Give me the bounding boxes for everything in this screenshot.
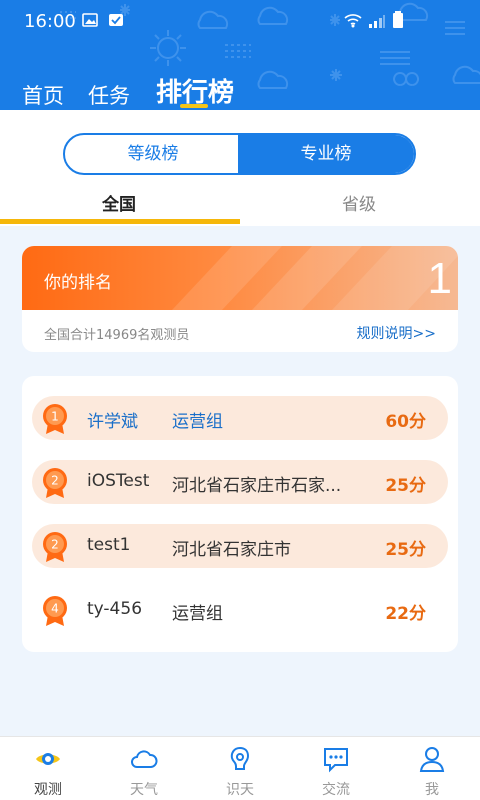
rank-medal-icon: 4 — [43, 596, 67, 626]
segment-level-board[interactable]: 等级榜 — [65, 135, 241, 173]
bottom-nav-me[interactable]: 我 — [384, 737, 480, 800]
eye-icon — [36, 753, 60, 765]
observer-group: 运营组 — [172, 604, 223, 624]
wifi-icon — [344, 14, 362, 28]
ranking-row[interactable]: 1 许学斌 运营组 60分 — [32, 396, 448, 440]
rank-number: 1 — [51, 410, 59, 424]
bottom-nav-observe[interactable]: 观测 — [0, 737, 96, 800]
rank-medal-icon: 1 — [43, 404, 67, 434]
my-rank-value: 1 — [427, 254, 452, 303]
observer-group: 运营组 — [172, 412, 223, 432]
check-box-icon — [109, 14, 123, 26]
cloud-icon — [131, 750, 158, 768]
observer-group: 河北省石家庄市 — [172, 540, 291, 560]
observer-name: 许学斌 — [87, 412, 138, 432]
observer-score: 25分 — [385, 476, 426, 496]
rank-number: 2 — [51, 474, 59, 488]
bottom-nav-label: 识天 — [226, 782, 254, 798]
ranking-row[interactable]: 2 test1 河北省石家庄市 25分 — [32, 524, 448, 568]
battery-icon — [393, 11, 403, 28]
status-time: 16:00 — [24, 11, 76, 32]
bottom-nav-label: 天气 — [130, 782, 158, 798]
rank-medal-icon: 2 — [43, 468, 67, 498]
rank-number: 4 — [51, 602, 59, 616]
subtab-indicator — [0, 219, 240, 224]
bottom-nav-weather[interactable]: 天气 — [96, 737, 192, 800]
my-rank-label: 你的排名 — [44, 273, 112, 293]
status-bar: 16:00 — [0, 0, 480, 40]
signal-icon — [369, 15, 385, 28]
observer-score: 60分 — [385, 412, 426, 432]
recognize-icon — [230, 746, 250, 770]
active-tab-indicator — [180, 104, 208, 108]
bottom-nav-label: 交流 — [322, 782, 350, 798]
observer-group: 河北省石家庄市石家... — [172, 476, 342, 496]
segment-professional-board[interactable]: 专业榜 — [238, 135, 414, 173]
bottom-nav-recognize[interactable]: 识天 — [192, 737, 288, 800]
bottom-nav: 观测 天气 识天 交流 我 — [0, 736, 480, 800]
board-type-segment: 等级榜 专业榜 — [63, 133, 416, 175]
image-icon — [82, 13, 98, 27]
tab-tasks[interactable]: 任务 — [88, 80, 130, 110]
subtab-provincial[interactable]: 省级 — [342, 190, 376, 215]
observer-name: test1 — [87, 535, 131, 555]
rank-number: 2 — [51, 538, 59, 552]
ranking-row[interactable]: 2 iOSTest 河北省石家庄市石家... 25分 — [32, 460, 448, 504]
rules-link[interactable]: 规则说明>> — [357, 323, 436, 343]
observer-name: iOSTest — [87, 471, 150, 491]
observer-score: 22分 — [385, 604, 426, 624]
rank-medal-icon: 2 — [43, 532, 67, 562]
total-observers-text: 全国合计14969名观测员 — [44, 328, 190, 343]
subtab-national[interactable]: 全国 — [102, 190, 136, 215]
top-nav: 首页 任务 排行榜 — [0, 60, 480, 110]
app-header: 16:00 首页 任务 排行榜 — [0, 0, 480, 110]
bottom-nav-label: 我 — [425, 782, 439, 798]
bottom-nav-label: 观测 — [34, 782, 62, 798]
chat-icon — [324, 748, 348, 773]
user-icon — [419, 747, 445, 772]
bottom-nav-community[interactable]: 交流 — [288, 737, 384, 800]
ranking-row[interactable]: 4 ty-456 运营组 22分 — [32, 588, 448, 632]
observer-name: ty-456 — [87, 599, 143, 619]
observer-score: 25分 — [385, 540, 426, 560]
tab-home[interactable]: 首页 — [22, 80, 64, 110]
